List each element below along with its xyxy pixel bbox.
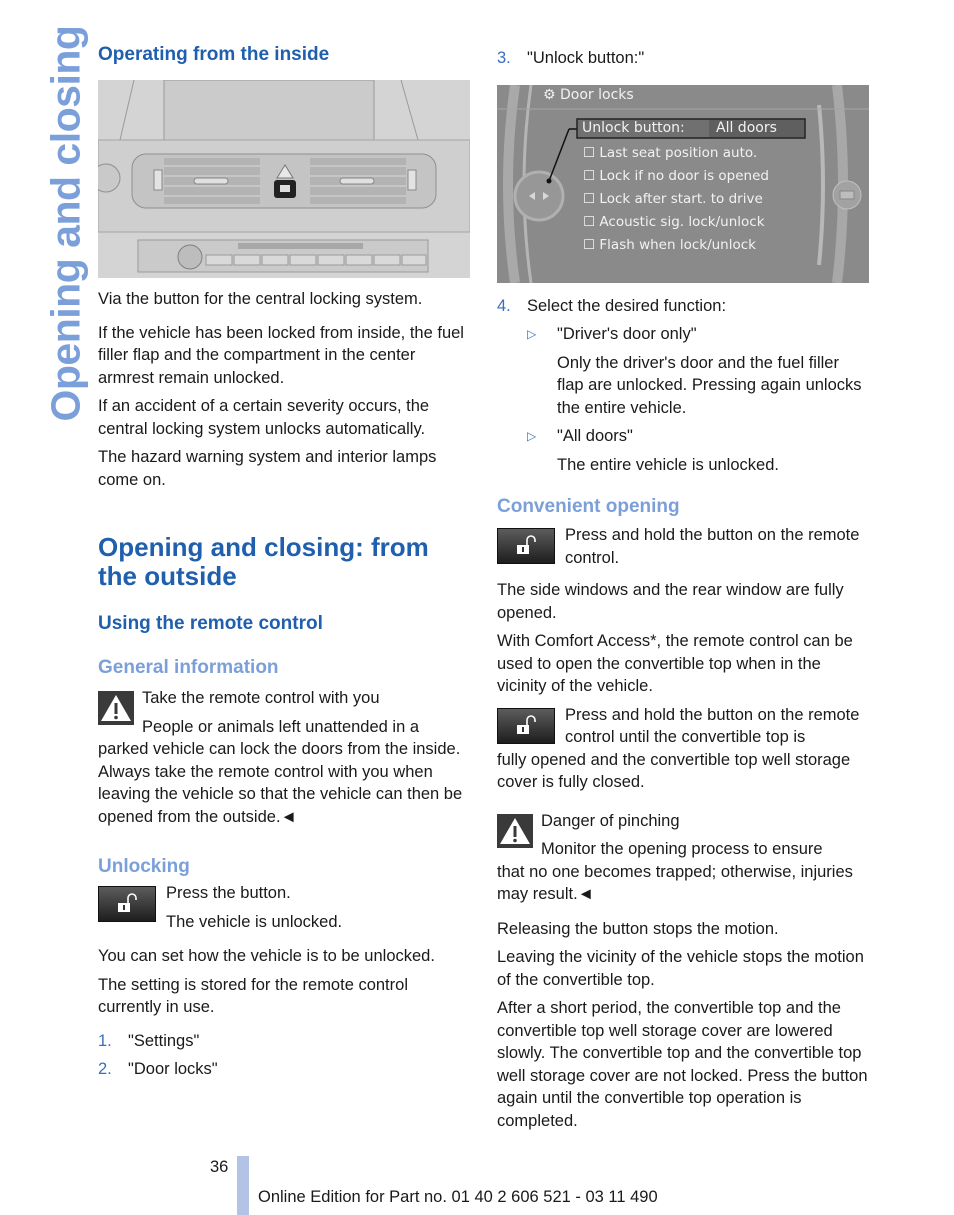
warning-triangle-icon	[497, 813, 533, 848]
screen-title-row: ⚙ Door locks	[543, 87, 634, 103]
paragraph-locked-inside: If the vehicle has been locked from insi…	[98, 323, 464, 387]
paragraph-windows: The side windows and the rear window are…	[497, 581, 844, 622]
step-text: Select the desired function:	[527, 296, 727, 315]
triangle-bullet-icon: ▷	[527, 429, 537, 443]
warning-text-rest: parked vehicle can lock the doors from t…	[98, 740, 463, 826]
dashboard-illustration	[98, 80, 470, 278]
heading-general-information: General information	[98, 657, 279, 678]
screen-options-list: ☐ Last seat position auto. ☐ Lock if no …	[583, 142, 769, 257]
paragraph-accident: If an accident of a certain severity occ…	[98, 397, 430, 438]
paragraph-leaving: Leaving the vicinity of the vehicle stop…	[497, 948, 864, 989]
heading-remote-control: Using the remote control	[98, 613, 323, 634]
danger-title: Danger of pinching	[541, 811, 680, 830]
option-label: Lock if no door is opened	[599, 167, 769, 184]
screen-title: Door locks	[560, 86, 634, 103]
hold-until-text-rest: fully opened and the convertible top wel…	[497, 750, 851, 792]
controller-knob-icon	[513, 170, 565, 221]
warning-note: Take the remote control with you People …	[98, 687, 470, 828]
heading-convenient-opening: Convenient opening	[497, 496, 680, 517]
right-column: 3. "Unlock button:" ⚙ Door locks Unlock …	[497, 44, 869, 1132]
heading-operating-inside: Operating from the inside	[98, 44, 330, 65]
step-number: 3.	[497, 49, 511, 67]
chapter-title-text: Opening and closing	[42, 25, 89, 422]
paragraph-comfort-access: With Comfort Access*, the remote control…	[497, 632, 853, 695]
option-all-doors: ▷ "All doors"	[497, 425, 869, 448]
option-driver-door: ▷ "Driver's door only"	[497, 323, 869, 346]
unlock-value-text: All doors	[716, 119, 777, 136]
unlock-note: Press the button. The vehicle is unlocke…	[98, 882, 470, 933]
unlock-button-setting[interactable]: Unlock button:	[582, 120, 685, 136]
paragraph-hazard: The hazard warning system and interior l…	[98, 448, 437, 489]
option-flash[interactable]: ☐ Flash when lock/unlock	[583, 234, 769, 257]
warning-title: Take the remote control with you	[142, 689, 380, 707]
step-number: 1.	[98, 1031, 112, 1050]
option-last-seat[interactable]: ☐ Last seat position auto.	[583, 142, 769, 165]
option-driver-label: "Driver's door only"	[557, 325, 697, 343]
dashboard-figure	[98, 80, 470, 278]
unlock-button-icon	[497, 707, 555, 744]
footer-edition-text: Online Edition for Part no. 01 40 2 606 …	[258, 1188, 658, 1206]
list-item: 3. "Unlock button:"	[497, 47, 869, 70]
list-item: 1. "Settings"	[98, 1030, 470, 1053]
option-all-description: The entire vehicle is unlocked.	[557, 455, 779, 474]
section-title-outside: Opening and closing: from the outside	[98, 532, 429, 591]
unlock-button-icon	[98, 886, 156, 922]
list-item: 2. "Door locks"	[98, 1058, 470, 1081]
warning-text-first: People or animals left unattended in a	[142, 717, 420, 736]
warning-triangle-icon	[98, 691, 134, 725]
step-number: 2.	[98, 1060, 112, 1078]
checkbox-icon: ☐	[583, 144, 596, 161]
step-number: 4.	[497, 296, 511, 315]
unlock-button-icon	[497, 528, 555, 564]
unlock-button-value[interactable]: All doors	[716, 120, 777, 136]
checkbox-icon: ☐	[583, 213, 596, 230]
option-label: Lock after start. to drive	[599, 190, 763, 207]
chapter-side-title: Opening and closing	[16, 26, 89, 428]
option-lock-no-door[interactable]: ☐ Lock if no door is opened	[583, 165, 769, 188]
paragraph-releasing: Releasing the button stops the motion.	[497, 919, 779, 938]
checkbox-icon: ☐	[583, 236, 596, 253]
option-driver-description: Only the driver's door and the fuel fill…	[557, 353, 862, 417]
option-label: Flash when lock/unlock	[599, 236, 756, 253]
option-label: Acoustic sig. lock/unlock	[599, 213, 765, 230]
danger-text-rest: that no one becomes trapped; otherwise, …	[497, 862, 853, 904]
paragraph-setting-stored: The setting is stored for the remote con…	[98, 975, 408, 1017]
page-number: 36	[210, 1158, 229, 1176]
settings-gear-icon: ⚙	[543, 86, 556, 103]
option-lock-after-start[interactable]: ☐ Lock after start. to drive	[583, 188, 769, 211]
paragraph-via-button: Via the button for the central locking s…	[98, 290, 423, 308]
footer-accent-bar	[237, 1156, 249, 1215]
left-column: Operating from the inside Via the button…	[98, 44, 470, 1081]
door-locks-screen: ⚙ Door locks Unlock button: All doors ☐ …	[497, 84, 869, 283]
paragraph-set-unlock: You can set how the vehicle is to be unl…	[98, 947, 435, 965]
option-all-label: "All doors"	[557, 427, 633, 445]
paragraph-short-period: After a short period, the convertible to…	[497, 999, 868, 1130]
danger-note: Danger of pinching Monitor the opening p…	[497, 810, 869, 906]
hold-until-note: Press and hold the button on the remote …	[497, 704, 869, 794]
checkbox-icon: ☐	[583, 190, 596, 207]
steps-list: 1. "Settings" 2. "Door locks"	[98, 1030, 470, 1081]
unlock-button-label: Unlock button:	[582, 119, 685, 136]
hold-button-note: Press and hold the button on the remote …	[497, 524, 869, 569]
step-text: "Settings"	[128, 1031, 200, 1050]
checkbox-icon: ☐	[583, 167, 596, 184]
triangle-bullet-icon: ▷	[527, 327, 537, 341]
heading-unlocking: Unlocking	[98, 856, 190, 877]
step-text: "Unlock button:"	[527, 49, 645, 67]
danger-text-first: Monitor the opening process to ensure	[541, 840, 823, 858]
list-item: 4. Select the desired function:	[497, 295, 869, 318]
option-acoustic-signal[interactable]: ☐ Acoustic sig. lock/unlock	[583, 211, 769, 234]
step-text: "Door locks"	[128, 1060, 218, 1078]
option-label: Last seat position auto.	[599, 144, 758, 161]
